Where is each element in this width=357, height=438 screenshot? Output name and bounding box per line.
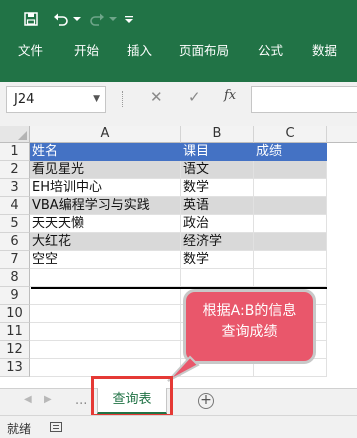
- callout-line-1: 根据A:B的信息: [202, 303, 297, 319]
- column-header-d[interactable]: [327, 126, 357, 143]
- row-header[interactable]: 5: [0, 215, 30, 233]
- cell-b1[interactable]: 课目: [181, 143, 254, 161]
- annotation-callout: 根据A:B的信息 查询成绩: [183, 289, 316, 364]
- formula-bar-grip[interactable]: [122, 91, 124, 107]
- cell-b7[interactable]: 数学: [181, 251, 254, 269]
- cancel-icon[interactable]: ✕: [150, 88, 163, 106]
- cell-a13[interactable]: [30, 359, 181, 377]
- name-box-value: J24: [14, 92, 35, 107]
- cell-a11[interactable]: [30, 323, 181, 341]
- macro-record-icon[interactable]: [50, 422, 62, 432]
- cell-c2[interactable]: [254, 161, 327, 179]
- row-header[interactable]: 13: [0, 359, 30, 377]
- cell-a2[interactable]: 看见星光: [30, 161, 181, 179]
- cell-b4[interactable]: 英语: [181, 197, 254, 215]
- ribbon-tabs: 文件 开始 插入 页面布局 公式 数据: [0, 38, 357, 78]
- cell-b2[interactable]: 语文: [181, 161, 254, 179]
- cell-a12[interactable]: [30, 341, 181, 359]
- cell-a5[interactable]: 天天天懒: [30, 215, 181, 233]
- scroll-left-icon[interactable]: ◀: [24, 394, 32, 405]
- cell-c3[interactable]: [254, 179, 327, 197]
- formula-input[interactable]: [251, 86, 357, 113]
- row-header[interactable]: 7: [0, 251, 30, 269]
- tab-data[interactable]: 数据: [312, 38, 337, 78]
- cell-c6[interactable]: [254, 233, 327, 251]
- name-box[interactable]: J24 ▼: [6, 86, 106, 113]
- cell-c4[interactable]: [254, 197, 327, 215]
- row-header[interactable]: 12: [0, 341, 30, 359]
- row-header[interactable]: 11: [0, 323, 30, 341]
- row-header[interactable]: 6: [0, 233, 30, 251]
- cell-a8[interactable]: [30, 269, 181, 287]
- cell-a9[interactable]: [30, 287, 181, 305]
- name-box-dropdown-icon[interactable]: ▼: [93, 94, 100, 104]
- save-icon[interactable]: [22, 9, 40, 29]
- row-header[interactable]: 2: [0, 161, 30, 179]
- row-header[interactable]: 9: [0, 287, 30, 305]
- cell-b5[interactable]: 政治: [181, 215, 254, 233]
- cell-a1[interactable]: 姓名: [30, 143, 181, 161]
- column-header-b[interactable]: B: [181, 126, 254, 143]
- cell-a10[interactable]: [30, 305, 181, 323]
- redo-icon: [88, 9, 106, 29]
- scroll-right-icon[interactable]: ▶: [44, 394, 52, 405]
- insert-function-icon[interactable]: fx: [224, 88, 236, 103]
- tab-file[interactable]: 文件: [18, 38, 43, 78]
- cell-a3[interactable]: EH培训中心: [30, 179, 181, 197]
- cell-a7[interactable]: 空空: [30, 251, 181, 269]
- row-header[interactable]: 3: [0, 179, 30, 197]
- select-all-button[interactable]: [0, 126, 30, 143]
- undo-dropdown-icon[interactable]: [72, 9, 82, 29]
- callout-line-2: 查询成绩: [221, 324, 278, 340]
- add-sheet-icon[interactable]: +: [198, 393, 214, 409]
- column-header-c[interactable]: C: [254, 126, 327, 143]
- title-bar: [0, 0, 357, 38]
- cell-a4[interactable]: VBA编程学习与实践: [30, 197, 181, 215]
- sheet-tab-highlight: [91, 376, 173, 417]
- customize-icon[interactable]: [122, 9, 136, 29]
- column-header-a[interactable]: A: [30, 126, 181, 143]
- cell-b8[interactable]: [181, 269, 254, 287]
- row-header[interactable]: 4: [0, 197, 30, 215]
- tab-formulas[interactable]: 公式: [258, 38, 283, 78]
- cell-c7[interactable]: [254, 251, 327, 269]
- status-bar: 就绪: [0, 415, 357, 438]
- cell-c8[interactable]: [254, 269, 327, 287]
- status-ready: 就绪: [7, 422, 32, 436]
- cell-a6[interactable]: 大红花: [30, 233, 181, 251]
- more-sheets-icon[interactable]: ...: [75, 393, 87, 408]
- redo-dropdown-icon: [108, 9, 118, 29]
- cell-c5[interactable]: [254, 215, 327, 233]
- tab-home[interactable]: 开始: [74, 38, 99, 78]
- cell-b6[interactable]: 经济学: [181, 233, 254, 251]
- sheet-tab-bar: ◀ ▶ ... 查询表 +: [0, 388, 357, 415]
- tab-insert[interactable]: 插入: [127, 38, 152, 78]
- row-header[interactable]: 8: [0, 269, 30, 287]
- cell-c1[interactable]: 成绩: [254, 143, 327, 161]
- formula-bar: J24 ▼ ✕ ✓ fx: [0, 82, 357, 126]
- enter-icon[interactable]: ✓: [188, 88, 201, 106]
- row-header[interactable]: 1: [0, 143, 30, 161]
- undo-icon[interactable]: [52, 9, 70, 29]
- cell-b3[interactable]: 数学: [181, 179, 254, 197]
- row-header[interactable]: 10: [0, 305, 30, 323]
- tab-page-layout[interactable]: 页面布局: [179, 38, 229, 78]
